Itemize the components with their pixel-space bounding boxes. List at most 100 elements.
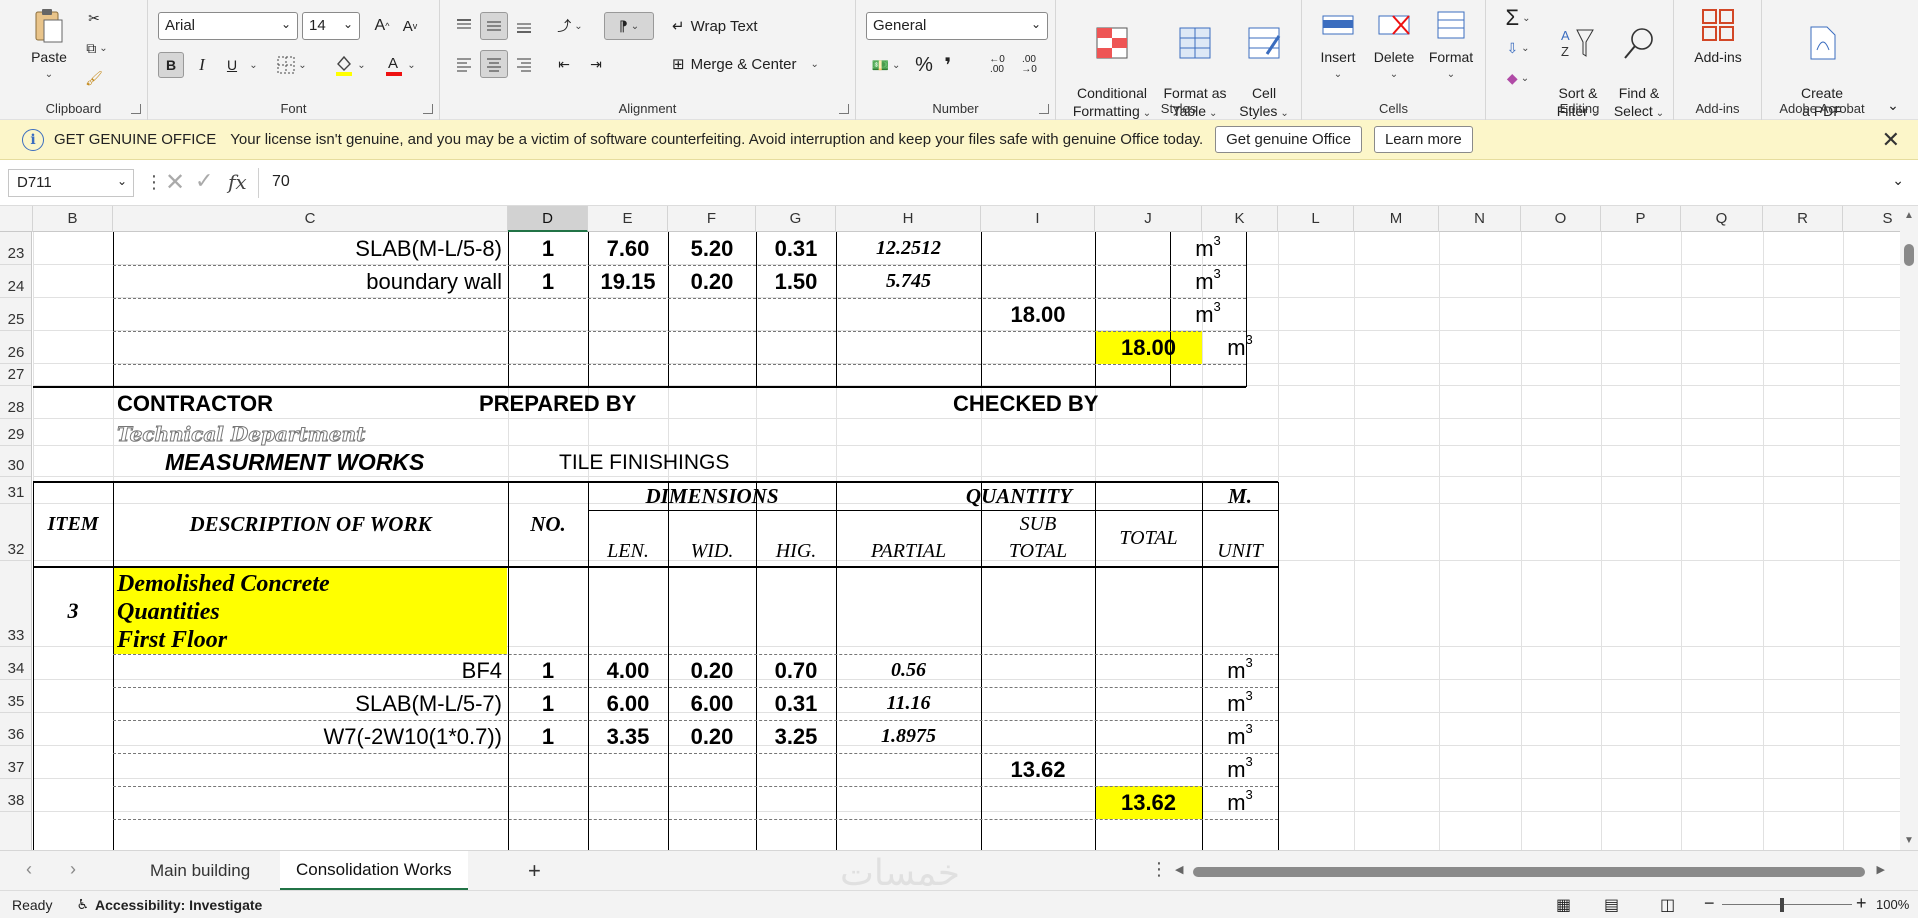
- column-header-k[interactable]: K: [1202, 206, 1278, 232]
- row-header-30[interactable]: 30: [0, 446, 31, 477]
- row-header-38[interactable]: 38: [0, 779, 31, 812]
- underline-button[interactable]: U: [220, 52, 244, 78]
- row-header-27[interactable]: 27: [0, 364, 31, 386]
- percent-button[interactable]: %: [912, 52, 936, 78]
- accessibility-status[interactable]: Accessibility: Investigate: [95, 897, 262, 913]
- dialog-launcher-icon[interactable]: [1039, 104, 1049, 114]
- row-header-28[interactable]: 28: [0, 386, 31, 419]
- cell-K38[interactable]: m3: [1202, 786, 1278, 819]
- comma-button[interactable]: ❜: [938, 52, 958, 78]
- cell-K24[interactable]: m3: [1170, 265, 1246, 298]
- vertical-scrollbar[interactable]: ▲ ▼: [1900, 206, 1918, 850]
- scroll-right-icon[interactable]: ▶: [1877, 863, 1885, 876]
- font-name-select[interactable]: Arial ⌄: [158, 12, 298, 40]
- decrease-decimal-icon[interactable]: .00 →0: [1016, 52, 1042, 78]
- text-direction-icon[interactable]: ⁋ ⌄: [604, 12, 654, 40]
- sheet-tab-main-building[interactable]: Main building: [134, 851, 266, 891]
- dialog-launcher-icon[interactable]: [423, 104, 433, 114]
- cell-C23[interactable]: SLAB(M-L/5-8): [113, 232, 508, 265]
- zoom-slider[interactable]: [1722, 904, 1852, 905]
- cell-D24[interactable]: 1: [508, 265, 588, 298]
- insert-function-icon[interactable]: fx: [228, 170, 247, 194]
- cell-H34[interactable]: 0.56: [836, 654, 981, 687]
- dialog-launcher-icon[interactable]: [131, 104, 141, 114]
- chevron-down-icon[interactable]: ⌄: [1892, 172, 1904, 189]
- cell-G23[interactable]: 0.31: [756, 232, 836, 265]
- column-header-q[interactable]: Q: [1681, 206, 1763, 232]
- cell-K26[interactable]: m3: [1202, 331, 1278, 364]
- align-bottom-icon[interactable]: [510, 12, 538, 40]
- cell-E23[interactable]: 7.60: [588, 232, 668, 265]
- scroll-down-icon[interactable]: ▼: [1904, 835, 1914, 846]
- add-sheet-button[interactable]: +: [512, 851, 557, 891]
- column-header-e[interactable]: E: [588, 206, 668, 232]
- column-header-h[interactable]: H: [836, 206, 981, 232]
- borders-icon[interactable]: ⌄: [272, 52, 312, 78]
- accessibility-icon[interactable]: ♿: [76, 896, 89, 913]
- cell-H36[interactable]: 1.8975: [836, 720, 981, 753]
- cell-G34[interactable]: 0.70: [756, 654, 836, 687]
- close-icon[interactable]: ✕: [1882, 127, 1900, 153]
- column-header-f[interactable]: F: [668, 206, 756, 232]
- number-format-select[interactable]: General ⌄: [866, 12, 1048, 40]
- fill-icon[interactable]: ⇩ ⌄: [1496, 34, 1540, 62]
- cell-D36[interactable]: 1: [508, 720, 588, 753]
- cell-D34[interactable]: 1: [508, 654, 588, 687]
- formula-input[interactable]: 70: [272, 173, 290, 191]
- format-button[interactable]: Format ⌄: [1424, 6, 1478, 84]
- increase-indent-icon[interactable]: ⇥: [582, 50, 610, 78]
- column-header-j[interactable]: J: [1095, 206, 1202, 232]
- prev-sheet-icon[interactable]: ‹: [26, 859, 32, 880]
- zoom-in-icon[interactable]: +: [1856, 893, 1867, 914]
- cell-E24[interactable]: 19.15: [588, 265, 668, 298]
- item-number[interactable]: 3: [33, 568, 113, 654]
- align-top-icon[interactable]: [450, 12, 478, 40]
- fill-color-icon[interactable]: ⌄: [330, 52, 370, 78]
- horizontal-scrollbar[interactable]: ◀ ▶: [1175, 863, 1885, 879]
- zoom-out-icon[interactable]: −: [1704, 893, 1715, 914]
- column-header-r[interactable]: R: [1763, 206, 1843, 232]
- zoom-slider-thumb[interactable]: [1780, 898, 1784, 912]
- cell-C36[interactable]: W7(-2W10(1*0.7)): [113, 720, 508, 753]
- cell-K25[interactable]: m3: [1170, 298, 1246, 331]
- cell-K37[interactable]: m3: [1202, 753, 1278, 786]
- bold-button[interactable]: B: [158, 52, 184, 78]
- format-painter-icon[interactable]: 🖌: [82, 66, 106, 90]
- decrease-font-icon[interactable]: Av: [398, 14, 422, 38]
- increase-decimal-icon[interactable]: ←0.00: [984, 52, 1010, 78]
- clear-icon[interactable]: ◆ ⌄: [1496, 64, 1540, 92]
- select-all-corner[interactable]: [0, 206, 33, 232]
- cut-icon[interactable]: ✂: [82, 6, 106, 30]
- cell-H24[interactable]: 5.745: [836, 265, 981, 298]
- column-header-p[interactable]: P: [1601, 206, 1681, 232]
- row-header-25[interactable]: 25: [0, 298, 31, 331]
- paste-button[interactable]: Paste ⌄: [14, 6, 84, 84]
- row-header-35[interactable]: 35: [0, 680, 31, 713]
- column-header-o[interactable]: O: [1521, 206, 1601, 232]
- font-color-icon[interactable]: A ⌄: [380, 52, 420, 78]
- cell-E36[interactable]: 3.35: [588, 720, 668, 753]
- column-header-i[interactable]: I: [981, 206, 1095, 232]
- cell-I37[interactable]: 13.62: [981, 753, 1095, 786]
- scroll-up-icon[interactable]: ▲: [1904, 210, 1914, 221]
- cell-D23[interactable]: 1: [508, 232, 588, 265]
- page-layout-icon[interactable]: ▤: [1604, 895, 1619, 915]
- align-left-icon[interactable]: [450, 50, 478, 78]
- cell-F36[interactable]: 0.20: [668, 720, 756, 753]
- cell-H23[interactable]: 12.2512: [836, 232, 981, 265]
- row-header-23[interactable]: 23: [0, 232, 31, 265]
- cell-J26[interactable]: 18.00: [1095, 331, 1202, 364]
- row-header-26[interactable]: 26: [0, 331, 31, 364]
- cell-K23[interactable]: m3: [1170, 232, 1246, 265]
- column-header-b[interactable]: B: [33, 206, 113, 232]
- sheet-tab-consolidation-works[interactable]: Consolidation Works: [280, 851, 468, 891]
- cell-E34[interactable]: 4.00: [588, 654, 668, 687]
- column-header-d[interactable]: D: [508, 206, 588, 232]
- cell-C34[interactable]: BF4: [113, 654, 508, 687]
- dialog-launcher-icon[interactable]: [839, 104, 849, 114]
- get-genuine-office-button[interactable]: Get genuine Office: [1215, 126, 1362, 153]
- cell-K36[interactable]: m3: [1202, 720, 1278, 753]
- name-box[interactable]: D711 ⌄: [8, 169, 134, 197]
- increase-font-icon[interactable]: A ^: [370, 14, 394, 38]
- orientation-icon[interactable]: ⤴ ⌄: [550, 12, 590, 40]
